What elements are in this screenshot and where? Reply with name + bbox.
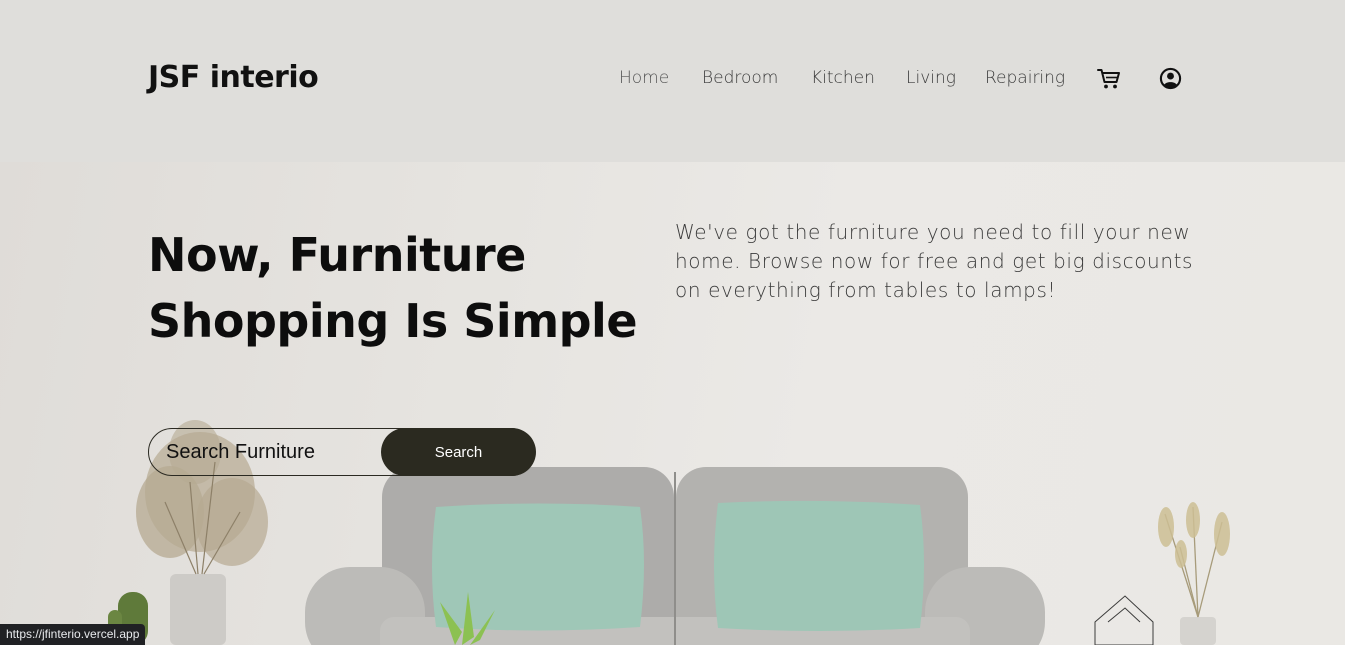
status-bar-url: https://jfinterio.vercel.app	[0, 624, 146, 645]
nav-item-repairing[interactable]: Repairing	[985, 68, 1065, 88]
hero-section: Now, Furniture Shopping Is Simple We've …	[0, 162, 1345, 645]
hero-description: We've got the furniture you need to fill…	[675, 220, 1194, 302]
search-input[interactable]	[149, 429, 389, 475]
dried-plant-right	[1158, 502, 1230, 645]
wire-house-decor	[1094, 595, 1154, 645]
nav-item-bedroom[interactable]: Bedroom	[702, 68, 778, 88]
nav-item-home[interactable]: Home	[619, 68, 669, 88]
site-header: JSF interio Home Bedroom Kitchen Living …	[0, 0, 1345, 162]
sofa	[305, 467, 1045, 645]
brand-logo[interactable]: JSF interio	[148, 60, 319, 95]
headline-line-1: Now, Furniture	[148, 228, 526, 282]
search-button[interactable]: Search	[381, 428, 536, 476]
search-bar: Search	[148, 428, 536, 476]
nav-item-kitchen[interactable]: Kitchen	[811, 68, 875, 88]
cart-icon[interactable]	[1097, 68, 1121, 90]
hero-headline: Now, Furniture Shopping Is Simple	[148, 222, 648, 354]
headline-line-2: Shopping Is Simple	[148, 294, 638, 348]
nav-item-living[interactable]: Living	[906, 68, 956, 88]
user-circle-icon[interactable]	[1159, 67, 1182, 90]
